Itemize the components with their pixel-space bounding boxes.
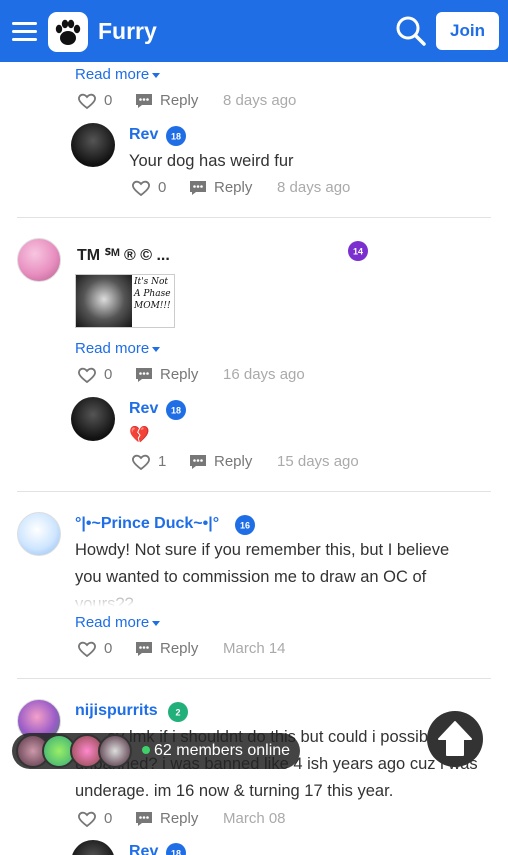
like-count: 0 — [104, 366, 113, 383]
caret-down-icon — [152, 620, 161, 626]
username[interactable]: nijispurrits — [75, 702, 158, 720]
reply-icon[interactable] — [189, 180, 207, 196]
paw-icon — [55, 19, 81, 45]
online-dot-icon — [142, 746, 150, 754]
image-caption: It's Not A Phase MOM!!! — [134, 277, 171, 311]
divider — [17, 678, 491, 679]
comment-text-clip: Howdy! Not sure if you remember this, bu… — [75, 537, 475, 607]
reply-icon[interactable] — [135, 811, 153, 827]
username[interactable]: Rev — [129, 843, 158, 855]
online-count: 62 members online — [142, 733, 290, 769]
avatar[interactable] — [17, 238, 61, 282]
read-more-link[interactable]: Read more — [75, 66, 161, 83]
avatar[interactable] — [17, 512, 61, 556]
text-fade — [75, 585, 475, 607]
level-badge: 14 — [348, 241, 368, 261]
reply-button[interactable]: Reply — [214, 177, 252, 199]
timestamp: March 08 — [223, 810, 286, 827]
like-count: 0 — [104, 810, 113, 827]
username[interactable]: Rev — [129, 400, 158, 418]
avatar[interactable] — [71, 397, 115, 441]
reply-actions: 1 Reply 15 days ago — [131, 451, 431, 473]
level-badge: 18 — [166, 400, 186, 420]
broken-heart-emoji: 💔 — [129, 426, 150, 444]
svg-text:18: 18 — [171, 406, 181, 416]
timestamp: March 14 — [223, 640, 286, 657]
svg-text:16: 16 — [240, 521, 250, 531]
svg-text:18: 18 — [171, 132, 181, 142]
search-icon[interactable] — [394, 14, 428, 48]
divider — [17, 491, 491, 492]
heart-icon[interactable] — [77, 640, 97, 658]
heart-icon[interactable] — [77, 366, 97, 384]
online-members-pill[interactable]: 62 members online — [12, 733, 300, 769]
caret-down-icon — [152, 346, 161, 352]
avatar[interactable] — [71, 840, 115, 855]
svg-text:2: 2 — [175, 708, 180, 718]
like-count: 0 — [104, 640, 113, 657]
reply-icon[interactable] — [135, 93, 153, 109]
heart-icon[interactable] — [131, 179, 151, 197]
level-badge: 18 — [166, 126, 186, 146]
timestamp: 8 days ago — [277, 179, 351, 196]
reply-button[interactable]: Reply — [160, 90, 198, 112]
avatar[interactable] — [71, 123, 115, 167]
community-logo[interactable] — [48, 12, 88, 52]
reply-icon[interactable] — [135, 641, 153, 657]
reply-icon[interactable] — [135, 367, 153, 383]
member-avatar — [98, 734, 132, 768]
like-count: 0 — [158, 179, 167, 196]
username[interactable]: °|•~Prince Duck~•|° — [75, 515, 219, 533]
comment-image[interactable]: It's Not A Phase MOM!!! — [75, 274, 175, 328]
divider — [17, 217, 491, 218]
reply-button[interactable]: Reply — [160, 364, 198, 386]
comment-text: Your dog has weird fur — [129, 152, 294, 170]
read-more-link[interactable]: Read more — [75, 340, 161, 357]
scroll-to-top-button[interactable] — [427, 711, 483, 767]
heart-icon[interactable] — [77, 810, 97, 828]
image-face — [76, 275, 132, 327]
join-button[interactable]: Join — [436, 12, 499, 50]
reply-actions: 0 Reply 8 days ago — [131, 177, 431, 199]
reply-button[interactable]: Reply — [160, 808, 198, 830]
level-badge: 18 — [166, 843, 186, 855]
read-more-link[interactable]: Read more — [75, 614, 161, 631]
username[interactable]: Rev — [129, 126, 158, 144]
reply-button[interactable]: Reply — [214, 451, 252, 473]
arrow-up-icon — [438, 721, 472, 756]
like-count: 1 — [158, 453, 167, 470]
level-badge: 16 — [235, 515, 255, 535]
menu-icon[interactable] — [12, 22, 37, 42]
heart-icon[interactable] — [77, 92, 97, 110]
caret-down-icon — [152, 72, 161, 78]
comment-actions: 0 Reply March 08 — [77, 808, 377, 830]
comment-actions: 0 Reply 8 days ago — [77, 90, 377, 112]
level-badge: 2 — [168, 702, 188, 722]
timestamp: 15 days ago — [277, 453, 359, 470]
svg-text:14: 14 — [353, 247, 363, 257]
app-header: Furry Join — [0, 0, 508, 62]
heart-icon[interactable] — [131, 453, 151, 471]
timestamp: 8 days ago — [223, 92, 297, 109]
reply-button[interactable]: Reply — [160, 638, 198, 660]
like-count: 0 — [104, 92, 113, 109]
timestamp: 16 days ago — [223, 366, 305, 383]
comment-actions: 0 Reply 16 days ago — [77, 364, 377, 386]
reply-icon[interactable] — [189, 454, 207, 470]
community-title: Furry — [98, 18, 157, 44]
svg-text:18: 18 — [171, 849, 181, 855]
comment-actions: 0 Reply March 14 — [77, 638, 377, 660]
username[interactable]: TM ᔆᴹ ® © ... — [77, 245, 170, 265]
